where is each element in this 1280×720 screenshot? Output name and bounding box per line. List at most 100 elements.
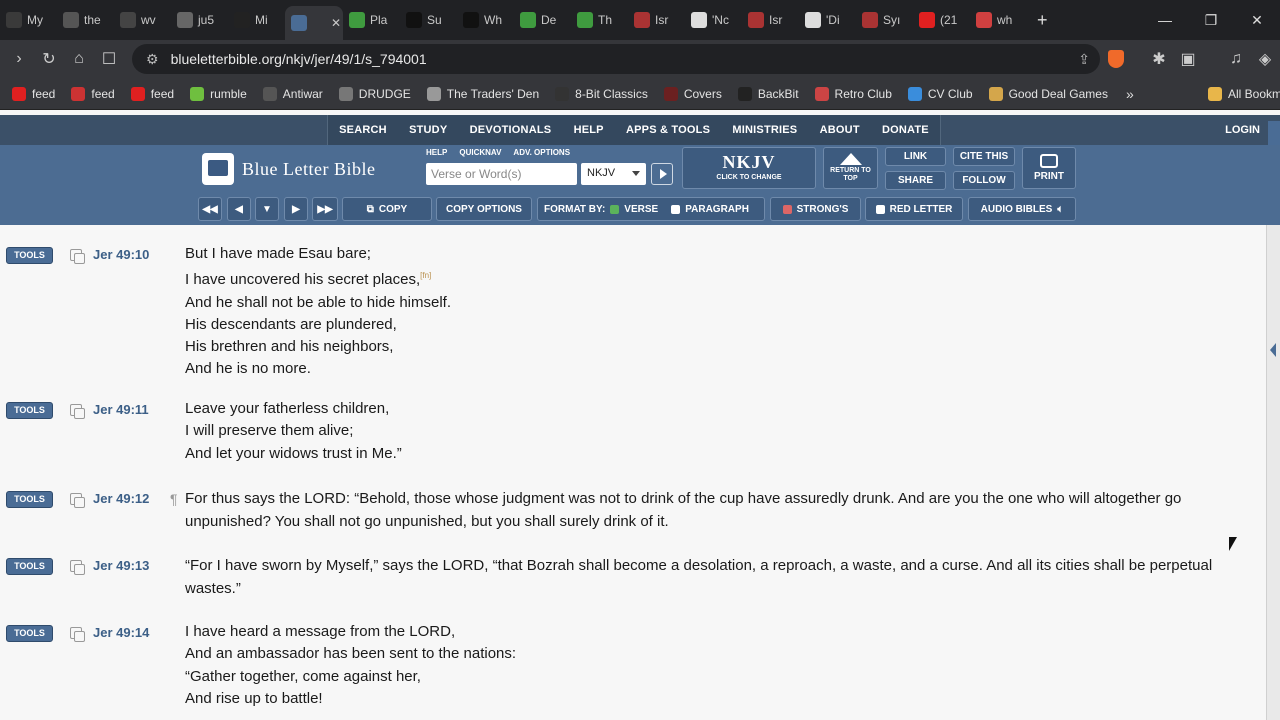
verse-ref[interactable]: Jer 49:11 bbox=[93, 402, 149, 417]
browser-tab[interactable]: ju5 bbox=[171, 0, 228, 40]
bookmark-item[interactable]: rumble bbox=[182, 86, 255, 101]
footnote-link[interactable]: [fn] bbox=[420, 271, 431, 280]
link-button[interactable]: LINK bbox=[885, 147, 946, 166]
version-select[interactable]: NKJV bbox=[581, 163, 646, 185]
copy-options-button[interactable]: COPY OPTIONS bbox=[436, 197, 532, 221]
bookmarks-more-icon[interactable]: » bbox=[1126, 86, 1134, 102]
search-go-button[interactable] bbox=[651, 163, 673, 185]
browser-tab[interactable]: Th bbox=[571, 0, 628, 40]
topnav-item[interactable]: STUDY bbox=[409, 124, 447, 136]
site-info-icon[interactable]: ⚙ bbox=[146, 51, 159, 68]
browser-tab[interactable]: Su bbox=[400, 0, 457, 40]
extensions-icon[interactable]: ✱ bbox=[1144, 44, 1174, 74]
tools-button[interactable]: TOOLS bbox=[6, 558, 53, 575]
topnav-item[interactable]: APPS & TOOLS bbox=[626, 124, 710, 136]
browser-tab[interactable]: wv bbox=[114, 0, 171, 40]
red-letter-toggle[interactable]: RED LETTER bbox=[865, 197, 963, 221]
browser-tab[interactable]: Wh bbox=[457, 0, 514, 40]
bookmark-item[interactable]: 8-Bit Classics bbox=[547, 86, 656, 101]
bookmark-item[interactable]: Covers bbox=[656, 86, 730, 101]
browser-tab[interactable]: Isr bbox=[742, 0, 799, 40]
audio-bibles-button[interactable]: AUDIO BIBLES 🔈︎ bbox=[968, 197, 1076, 221]
version-change-button[interactable]: NKJV CLICK TO CHANGE bbox=[682, 147, 816, 189]
copy-button[interactable]: ⧉ COPY bbox=[342, 197, 432, 221]
topnav-item[interactable]: ABOUT bbox=[820, 124, 860, 136]
media-icon[interactable]: ♫ bbox=[1221, 44, 1251, 74]
side-panel-toggle-icon[interactable] bbox=[1270, 343, 1276, 357]
close-window-icon[interactable]: ✕ bbox=[1234, 0, 1280, 40]
sidebar-icon[interactable]: ▣ bbox=[1173, 44, 1203, 74]
strongs-toggle[interactable]: STRONG'S bbox=[770, 197, 861, 221]
bookmark-item[interactable]: CV Club bbox=[900, 86, 981, 101]
tools-button[interactable]: TOOLS bbox=[6, 625, 53, 642]
copy-icon[interactable] bbox=[70, 493, 85, 508]
topnav-item[interactable]: HELP bbox=[574, 124, 604, 136]
verse-ref[interactable]: Jer 49:10 bbox=[93, 247, 149, 262]
browser-tab[interactable]: De bbox=[514, 0, 571, 40]
copy-icon[interactable] bbox=[70, 627, 85, 642]
browser-tab[interactable]: Isr bbox=[628, 0, 685, 40]
bookmark-item[interactable]: Antiwar bbox=[255, 86, 331, 101]
restore-icon[interactable]: ❐ bbox=[1188, 0, 1234, 40]
topnav-item[interactable]: MINISTRIES bbox=[732, 124, 797, 136]
paragraph-checkbox[interactable] bbox=[671, 204, 681, 214]
login-link[interactable]: LOGIN bbox=[1225, 124, 1260, 136]
copy-icon[interactable] bbox=[70, 560, 85, 575]
prev-icon[interactable]: ◀ bbox=[227, 197, 251, 221]
bookmark-icon[interactable]: ☐ bbox=[94, 44, 124, 74]
return-to-top-button[interactable]: RETURN TO TOP bbox=[823, 147, 878, 189]
share-icon[interactable]: ⇪ bbox=[1078, 51, 1090, 68]
print-button[interactable]: PRINT bbox=[1022, 147, 1076, 189]
bookmark-item[interactable]: Good Deal Games bbox=[981, 86, 1116, 101]
bookmark-item[interactable]: BackBit bbox=[730, 86, 807, 101]
tools-button[interactable]: TOOLS bbox=[6, 402, 53, 419]
minimize-icon[interactable]: — bbox=[1142, 0, 1188, 40]
verse-checkbox[interactable] bbox=[610, 204, 620, 214]
bookmark-item[interactable]: feed bbox=[4, 86, 63, 101]
follow-button[interactable]: FOLLOW bbox=[953, 171, 1015, 190]
forward-icon[interactable]: › bbox=[4, 44, 34, 74]
next-icon[interactable]: ▶ bbox=[284, 197, 308, 221]
first-chapter-icon[interactable]: ◀◀ bbox=[198, 197, 222, 221]
bookmark-item[interactable]: The Traders' Den bbox=[419, 86, 547, 101]
browser-tab[interactable]: ✕ bbox=[285, 6, 343, 40]
chapter-list-icon[interactable]: ▼ bbox=[255, 197, 279, 221]
header-mini-link[interactable]: QUICKNAV bbox=[459, 148, 501, 157]
last-chapter-icon[interactable]: ▶▶ bbox=[312, 197, 338, 221]
bookmark-item[interactable]: feed bbox=[123, 86, 182, 101]
copy-icon[interactable] bbox=[70, 249, 85, 264]
reload-icon[interactable]: ↻ bbox=[34, 44, 64, 74]
verse-ref[interactable]: Jer 49:12 bbox=[93, 491, 149, 506]
header-mini-link[interactable]: HELP bbox=[426, 148, 447, 157]
brave-shield-icon[interactable] bbox=[1108, 50, 1124, 68]
browser-tab[interactable]: wh bbox=[970, 0, 1027, 40]
bookmark-item[interactable]: DRUDGE bbox=[331, 86, 419, 101]
browser-tab[interactable]: 'Nc bbox=[685, 0, 742, 40]
scrollbar[interactable] bbox=[1266, 225, 1280, 720]
vpn-icon[interactable]: ◈ bbox=[1250, 44, 1280, 74]
browser-tab[interactable]: Syı bbox=[856, 0, 913, 40]
verse-ref[interactable]: Jer 49:13 bbox=[93, 558, 149, 573]
browser-tab[interactable]: 'Di bbox=[799, 0, 856, 40]
home-icon[interactable]: ⌂ bbox=[64, 44, 94, 74]
bookmark-item[interactable]: Retro Club bbox=[807, 86, 900, 101]
site-logo[interactable]: Blue Letter Bible bbox=[202, 153, 375, 185]
copy-icon[interactable] bbox=[70, 404, 85, 419]
verse-ref[interactable]: Jer 49:14 bbox=[93, 625, 149, 640]
header-mini-link[interactable]: ADV. OPTIONS bbox=[513, 148, 570, 157]
tools-button[interactable]: TOOLS bbox=[6, 247, 53, 264]
browser-tab[interactable]: the bbox=[57, 0, 114, 40]
topnav-item[interactable]: SEARCH bbox=[339, 124, 387, 136]
tools-button[interactable]: TOOLS bbox=[6, 491, 53, 508]
browser-tab[interactable]: Pla bbox=[343, 0, 400, 40]
share-button[interactable]: SHARE bbox=[885, 171, 946, 190]
search-input[interactable]: Verse or Word(s) bbox=[426, 163, 577, 185]
browser-tab[interactable]: My bbox=[0, 0, 57, 40]
new-tab-button[interactable]: + bbox=[1037, 10, 1048, 31]
close-tab-icon[interactable]: ✕ bbox=[331, 16, 341, 30]
url-field[interactable]: ⚙ blueletterbible.org/nkjv/jer/49/1/s_79… bbox=[132, 44, 1100, 74]
all-bookmarks[interactable]: All Bookm bbox=[1200, 86, 1280, 101]
browser-tab[interactable]: (21 bbox=[913, 0, 970, 40]
browser-tab[interactable]: Mi bbox=[228, 0, 285, 40]
topnav-item[interactable]: DEVOTIONALS bbox=[470, 124, 552, 136]
